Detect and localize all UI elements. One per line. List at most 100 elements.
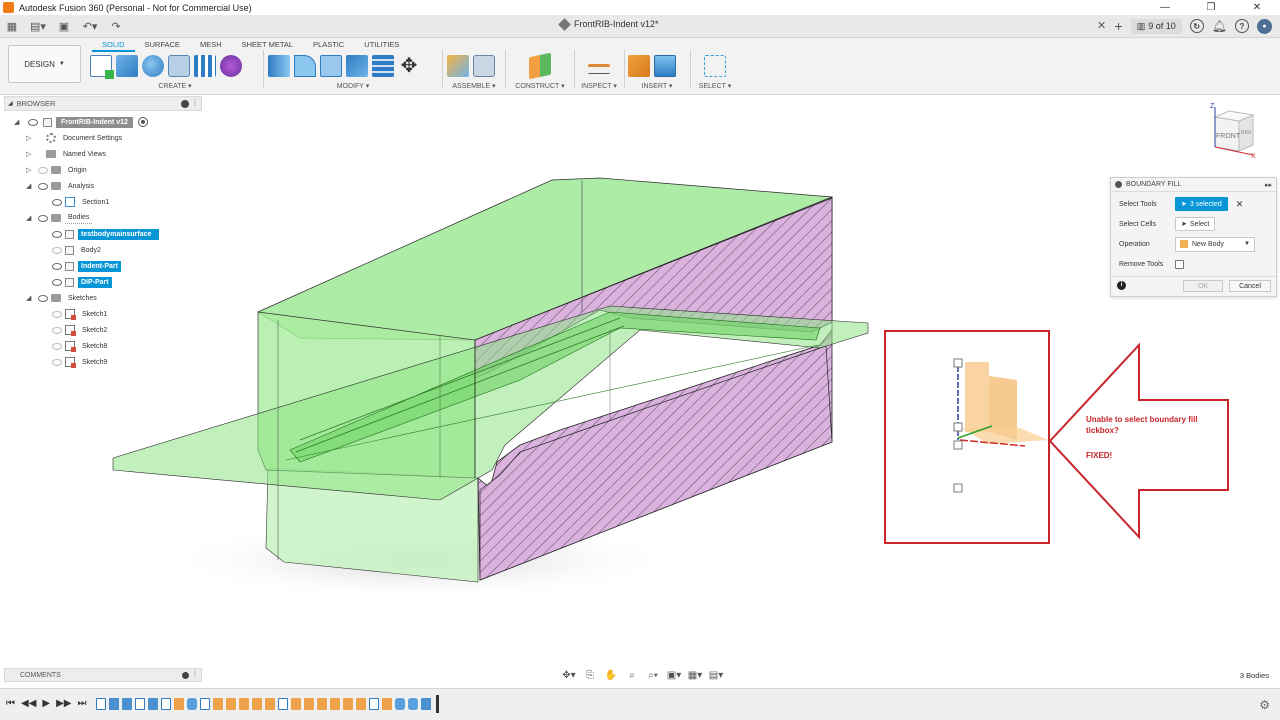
tab-sheet-metal[interactable]: SHEET METAL: [232, 39, 303, 52]
save-icon[interactable]: ▣: [56, 18, 72, 34]
timeline-feature-icon[interactable]: [200, 698, 210, 710]
visibility-eye-icon[interactable]: [38, 294, 48, 302]
collapse-triangle-icon[interactable]: ◢: [14, 118, 22, 126]
collapse-triangle-icon[interactable]: ◢: [26, 294, 34, 302]
timeline-feature-icon[interactable]: [291, 698, 301, 710]
notifications-bell-icon[interactable]: 🔔︎: [1212, 19, 1227, 33]
measure-icon[interactable]: [588, 64, 610, 74]
zoom-icon[interactable]: ⌕: [623, 669, 641, 682]
timeline-feature-icon[interactable]: [330, 698, 340, 710]
step-forward-icon[interactable]: ▶▶: [56, 698, 71, 709]
browser-item-named-views[interactable]: ▷ Named Views: [26, 148, 109, 160]
expand-triangle-icon[interactable]: ▷: [26, 150, 34, 158]
timeline-feature-icon[interactable]: [408, 698, 418, 710]
shell-icon[interactable]: [346, 55, 368, 77]
visibility-eye-icon[interactable]: [38, 166, 48, 174]
create-menu[interactable]: CREATE: [158, 83, 186, 90]
browser-item-sketch[interactable]: Sketch8: [52, 340, 110, 352]
panel-pin-icon[interactable]: ⏐: [193, 671, 197, 679]
help-icon[interactable]: ?: [1235, 19, 1249, 33]
combine-icon[interactable]: [372, 55, 394, 77]
new-component-icon[interactable]: [447, 55, 469, 77]
browser-item-body[interactable]: testbodymainsurface: [52, 228, 160, 240]
close-tab-icon[interactable]: ✕: [1097, 19, 1106, 32]
visibility-eye-icon[interactable]: [52, 198, 62, 206]
timeline-feature-icon[interactable]: [213, 698, 223, 710]
visibility-eye-icon[interactable]: [52, 342, 62, 350]
visibility-eye-icon[interactable]: [28, 118, 38, 126]
timeline-feature-icon[interactable]: [265, 698, 275, 710]
step-back-icon[interactable]: ◀◀: [21, 698, 36, 709]
activate-radio-icon[interactable]: [137, 117, 148, 127]
browser-header[interactable]: ◢ BROWSER ⏐: [4, 96, 202, 111]
joint-icon[interactable]: [473, 55, 495, 77]
browser-item-sketch[interactable]: Sketch2: [52, 324, 110, 336]
timeline-feature-icon[interactable]: [395, 698, 405, 710]
handle-square[interactable]: [953, 422, 963, 432]
timeline-feature-icon[interactable]: [304, 698, 314, 710]
timeline-feature-icon[interactable]: [109, 698, 119, 710]
chamfer-icon[interactable]: [320, 55, 342, 77]
handle-square[interactable]: [953, 483, 963, 493]
timeline-feature-icon[interactable]: [278, 698, 288, 710]
comments-panel[interactable]: COMMENTS ⏐: [4, 668, 202, 682]
tab-plastic[interactable]: PLASTIC: [303, 39, 354, 52]
maximize-button[interactable]: ❐: [1188, 0, 1234, 15]
workspace-switcher[interactable]: DESIGN ▼: [8, 45, 81, 83]
collapse-triangle-icon[interactable]: ◢: [8, 100, 13, 107]
browser-item-section1[interactable]: Section1: [52, 196, 112, 208]
browser-item-document-settings[interactable]: ▷ Document Settings: [26, 132, 125, 144]
expand-triangle-icon[interactable]: ▷: [26, 166, 34, 174]
browser-item-origin[interactable]: ▷ Origin: [26, 164, 90, 176]
dialog-header[interactable]: BOUNDARY FILL ▸▸: [1111, 178, 1276, 192]
info-icon[interactable]: i: [1117, 281, 1126, 290]
timeline-settings-gear-icon[interactable]: ⚙: [1259, 698, 1270, 712]
panel-pin-icon[interactable]: ⏐: [193, 100, 197, 108]
online-status-icon[interactable]: ↻: [1189, 19, 1204, 33]
select-menu[interactable]: SELECT: [699, 83, 726, 90]
timeline-feature-icon[interactable]: [356, 698, 366, 710]
visibility-eye-icon[interactable]: [52, 278, 62, 286]
fillet-icon[interactable]: [294, 55, 316, 77]
browser-item-body[interactable]: Body2: [52, 244, 104, 256]
press-pull-icon[interactable]: [268, 55, 290, 77]
insert-mesh-icon[interactable]: [628, 55, 650, 77]
create-form-icon[interactable]: [220, 55, 242, 77]
timeline-feature-icon[interactable]: [161, 698, 171, 710]
move-copy-icon[interactable]: ✥: [398, 55, 420, 77]
extrude-icon[interactable]: [116, 55, 138, 77]
redo-icon[interactable]: ↷: [108, 18, 124, 34]
timeline-feature-icon[interactable]: [382, 698, 392, 710]
browser-root-row[interactable]: ◢ FrontRIB-Indent v12: [14, 116, 148, 128]
browser-item-analysis[interactable]: ◢ Analysis: [26, 180, 97, 192]
dialog-options-icon[interactable]: [1115, 181, 1122, 188]
browser-item-body[interactable]: Indent-Part: [52, 260, 121, 272]
job-status[interactable]: ▥ 9 of 10: [1130, 18, 1182, 34]
select-cells-button[interactable]: ➤ Select: [1175, 217, 1216, 231]
close-button[interactable]: ✕: [1234, 0, 1280, 15]
play-icon[interactable]: ▶: [42, 698, 50, 709]
offset-plane-icon[interactable]: [529, 52, 551, 80]
create-sketch-icon[interactable]: [90, 55, 114, 79]
timeline-feature-icon[interactable]: [174, 698, 184, 710]
user-avatar-icon[interactable]: ●: [1257, 18, 1272, 34]
go-to-start-icon[interactable]: ⏮: [6, 698, 15, 709]
pattern-icon[interactable]: [194, 55, 216, 77]
operation-dropdown[interactable]: New Body ▼: [1175, 236, 1255, 252]
hole-icon[interactable]: [168, 55, 190, 77]
modify-menu[interactable]: MODIFY: [337, 83, 364, 90]
assemble-menu[interactable]: ASSEMBLE: [452, 83, 490, 90]
window-select-icon[interactable]: [704, 55, 726, 77]
expand-triangle-icon[interactable]: ▷: [26, 134, 34, 142]
visibility-eye-icon[interactable]: [38, 182, 48, 190]
timeline-feature-icon[interactable]: [369, 698, 379, 710]
viewports-icon[interactable]: ▤▾: [707, 669, 725, 682]
collapse-triangle-icon[interactable]: ◢: [26, 214, 34, 222]
collapse-triangle-icon[interactable]: ◢: [26, 182, 34, 190]
document-tab[interactable]: FrontRIB-Indent v12*: [558, 17, 659, 31]
tab-solid[interactable]: SOLID: [92, 39, 135, 52]
handle-square[interactable]: [953, 358, 963, 368]
timeline-feature-icon[interactable]: [122, 698, 132, 710]
tab-surface[interactable]: SURFACE: [135, 39, 190, 52]
visibility-eye-icon[interactable]: [52, 262, 62, 270]
